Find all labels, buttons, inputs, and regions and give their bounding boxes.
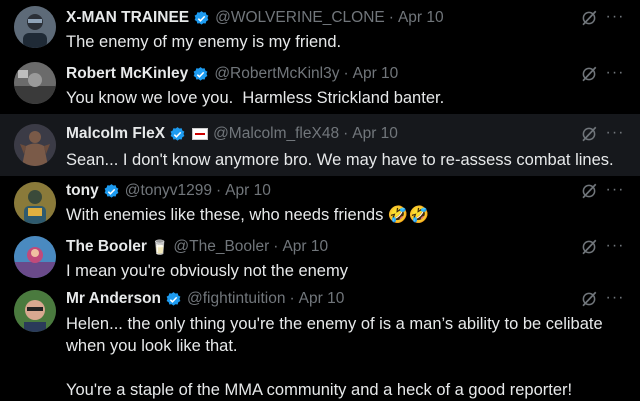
affiliate-badge-icon (192, 128, 209, 140)
more-options-icon[interactable]: ··· (604, 6, 626, 28)
verified-badge-icon (103, 183, 120, 200)
user-handle[interactable]: @tonyv1299 (125, 182, 212, 200)
user-handle[interactable]: @RobertMcKinl3y (214, 65, 339, 83)
timestamp[interactable]: Apr 10 (352, 125, 398, 143)
avatar[interactable] (14, 6, 56, 48)
tweet[interactable]: X-MAN TRAINEE @WOLVERINE_CLONE · Apr 10 … (0, 0, 640, 56)
display-name[interactable]: Robert McKinley (66, 65, 188, 83)
tweet-text: With enemies like these, who needs frien… (66, 206, 429, 224)
avatar[interactable] (14, 236, 56, 278)
more-options-icon[interactable]: ··· (604, 122, 626, 144)
tweet-header: Robert McKinley @RobertMcKinl3y · Apr 10 (66, 64, 398, 84)
grok-icon[interactable] (578, 123, 600, 145)
milk-emoji-icon: 🥛 (150, 238, 169, 255)
separator-dot: · (343, 65, 349, 82)
separator-dot: · (388, 9, 394, 26)
separator-dot: · (343, 125, 349, 142)
grok-icon[interactable] (578, 180, 600, 202)
separator-dot: · (215, 182, 222, 199)
display-name[interactable]: Malcolm FleX (66, 125, 165, 143)
verified-badge-icon (169, 126, 186, 143)
tweet-highlighted[interactable]: Malcolm FleX @Malcolm_fleX48 · Apr 10 Se… (0, 114, 640, 176)
more-options-icon[interactable]: ··· (604, 287, 626, 309)
tweet[interactable]: tony @tonyv1299 · Apr 10 With enemies li… (0, 178, 640, 232)
tweet-text: Sean... I don't know anymore bro. We may… (66, 151, 614, 169)
avatar[interactable] (14, 62, 56, 104)
verified-badge-icon (192, 66, 209, 83)
grok-icon[interactable] (578, 236, 600, 258)
tweet[interactable]: Robert McKinley @RobertMcKinl3y · Apr 10… (0, 58, 640, 114)
tweet-text: I mean you're obviously not the enemy (66, 262, 348, 280)
tweet-text: Helen... the only thing you're the enemy… (66, 315, 603, 399)
tweet-header: Malcolm FleX @Malcolm_fleX48 · Apr 10 (66, 124, 398, 144)
display-name[interactable]: The Booler (66, 238, 147, 256)
tweet-header: The Booler 🥛 @The_Booler · Apr 10 (66, 237, 328, 257)
reply-feed: X-MAN TRAINEE @WOLVERINE_CLONE · Apr 10 … (0, 0, 640, 400)
avatar[interactable] (14, 182, 56, 224)
timestamp[interactable]: Apr 10 (353, 65, 399, 83)
separator-dot: · (273, 238, 279, 255)
display-name[interactable]: Mr Anderson (66, 290, 161, 308)
display-name[interactable]: tony (66, 182, 99, 200)
more-options-icon[interactable]: ··· (604, 62, 626, 84)
verified-badge-icon (165, 291, 182, 308)
more-options-icon[interactable]: ··· (604, 235, 626, 257)
tweet-text: The enemy of my enemy is my friend. (66, 33, 342, 51)
tweet-header: tony @tonyv1299 · Apr 10 (66, 181, 271, 201)
timestamp[interactable]: Apr 10 (299, 290, 345, 308)
separator-dot: · (289, 290, 295, 307)
display-name[interactable]: X-MAN TRAINEE (66, 9, 189, 27)
avatar[interactable] (14, 124, 56, 166)
user-handle[interactable]: @Malcolm_fleX48 (213, 125, 339, 143)
grok-icon[interactable] (578, 288, 600, 310)
timestamp[interactable]: Apr 10 (225, 182, 271, 200)
avatar[interactable] (14, 290, 56, 332)
user-handle[interactable]: @fightintuition (187, 290, 285, 308)
tweet[interactable]: The Booler 🥛 @The_Booler · Apr 10 I mean… (0, 234, 640, 286)
grok-icon[interactable] (578, 7, 600, 29)
tweet[interactable]: Mr Anderson @fightintuition · Apr 10 Hel… (0, 288, 640, 400)
verified-badge-icon (193, 10, 210, 27)
grok-icon[interactable] (578, 63, 600, 85)
timestamp[interactable]: Apr 10 (398, 9, 444, 27)
user-handle[interactable]: @The_Booler (173, 238, 269, 256)
tweet-text: You know we love you. Harmless Stricklan… (66, 89, 445, 107)
tweet-header: X-MAN TRAINEE @WOLVERINE_CLONE · Apr 10 (66, 8, 444, 28)
user-handle[interactable]: @WOLVERINE_CLONE (215, 9, 385, 27)
tweet-header: Mr Anderson @fightintuition · Apr 10 (66, 289, 344, 309)
timestamp[interactable]: Apr 10 (282, 238, 328, 256)
more-options-icon[interactable]: ··· (604, 179, 626, 201)
